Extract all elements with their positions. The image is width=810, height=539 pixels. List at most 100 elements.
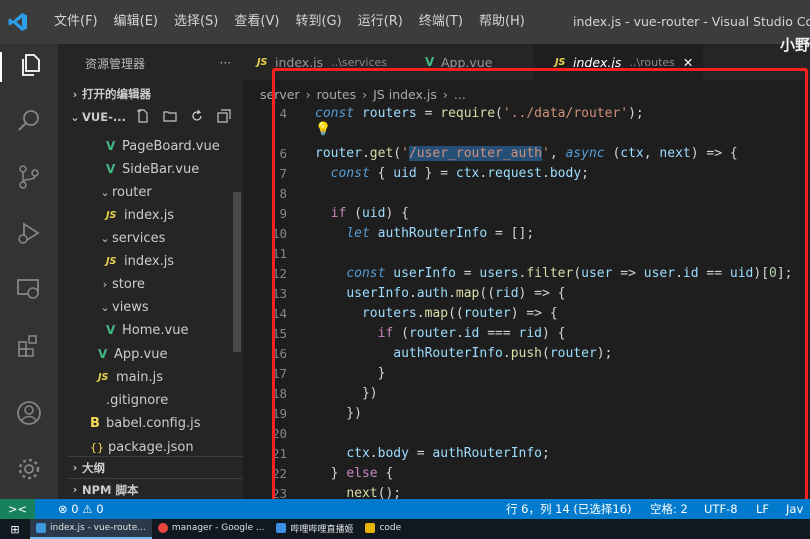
- line-number: 11: [271, 246, 287, 261]
- tab-services-index[interactable]: JS index.js ..\services: [243, 44, 403, 80]
- breadcrumb-item[interactable]: server: [260, 87, 300, 102]
- menu-selection[interactable]: 选择(S): [166, 0, 226, 44]
- js-file-icon: JS: [106, 255, 117, 267]
- tree-item-main-js[interactable]: JS main.js: [98, 366, 163, 388]
- language-indicator[interactable]: Jav: [786, 499, 803, 519]
- windows-start-icon[interactable]: ⊞: [0, 523, 30, 536]
- tab-label: index.js: [275, 54, 324, 70]
- line-code: const routers = require('../data/router'…: [315, 106, 644, 121]
- tree-item-router-index[interactable]: JS index.js: [106, 204, 174, 226]
- manage-activity-button[interactable]: [14, 456, 44, 486]
- tab-app-vue[interactable]: V App.vue: [403, 44, 533, 80]
- npm-scripts-section[interactable]: › NPM 脚本: [68, 478, 243, 500]
- menu-bar: 文件(F) 编辑(E) 选择(S) 查看(V) 转到(G) 运行(R) 终端(T…: [46, 0, 533, 44]
- refresh-icon[interactable]: [190, 109, 204, 126]
- new-file-icon[interactable]: [136, 108, 150, 126]
- taskbar-item-bilibili[interactable]: 哔哩哔哩直播姬: [270, 519, 359, 539]
- js-file-icon: JS: [106, 209, 117, 221]
- breadcrumb: server › routes › JS index.js › ...: [260, 82, 466, 106]
- code-line[interactable]: 6 router.get('/user_router_auth', async (…: [243, 144, 810, 164]
- code-line[interactable]: 12 const userInfo = users.filter(user =>…: [243, 264, 810, 284]
- code-line[interactable]: 10 let authRouterInfo = [];: [243, 224, 810, 244]
- taskbar-item-vscode[interactable]: index.js - vue-route...: [30, 519, 152, 539]
- chevron-right-icon: ›: [102, 277, 108, 291]
- accounts-activity-button[interactable]: [14, 400, 44, 430]
- tree-folder-router[interactable]: ⌄ router: [98, 181, 151, 203]
- code-line[interactable]: 13 userInfo.auth.map((rid) => {: [243, 284, 810, 304]
- explorer-sidebar: 资源管理器 ··· › 打开的编辑器 ⌄ VUE-... V PageBoard.…: [58, 44, 243, 499]
- cursor-position[interactable]: 行 6，列 14 (已选择16): [506, 499, 632, 519]
- chevron-right-icon: ›: [362, 86, 368, 102]
- line-number: 20: [271, 426, 287, 441]
- menu-terminal[interactable]: 终端(T): [411, 0, 471, 44]
- code-line[interactable]: 8: [243, 184, 810, 204]
- tree-item-app-vue[interactable]: V App.vue: [98, 343, 167, 365]
- tab-routes-index[interactable]: JS index.js ..\routes ✕: [533, 44, 703, 80]
- code-editor[interactable]: 💡 4 const routers = require('../data/rout…: [243, 104, 810, 501]
- code-line[interactable]: 9 if (uid) {: [243, 204, 810, 224]
- run-debug-activity-button[interactable]: [14, 220, 44, 250]
- code-line[interactable]: 4 const routers = require('../data/router…: [243, 104, 810, 124]
- tree-folder-services[interactable]: ⌄ services: [98, 227, 165, 249]
- project-section[interactable]: ⌄ VUE-...: [68, 106, 243, 128]
- tree-item-package-json[interactable]: {} package.json: [90, 436, 194, 458]
- more-actions-button[interactable]: ···: [220, 56, 231, 70]
- code-line[interactable]: 22 } else {: [243, 464, 810, 484]
- code-line[interactable]: [243, 124, 810, 144]
- close-icon[interactable]: ✕: [683, 55, 693, 70]
- code-line[interactable]: 11: [243, 244, 810, 264]
- tree-item-home-vue[interactable]: V Home.vue: [106, 319, 188, 341]
- taskbar-item-chrome[interactable]: manager - Google ...: [152, 519, 271, 539]
- js-file-icon: JS: [555, 56, 566, 68]
- search-activity-button[interactable]: [14, 108, 44, 138]
- tree-item-babel-config[interactable]: Bbabel.config.js: [90, 412, 201, 434]
- code-line[interactable]: 20: [243, 424, 810, 444]
- taskbar-item-code-folder[interactable]: code: [359, 519, 407, 539]
- menu-file[interactable]: 文件(F): [46, 0, 106, 44]
- menu-run[interactable]: 运行(R): [350, 0, 411, 44]
- encoding-indicator[interactable]: UTF-8: [704, 499, 738, 519]
- menu-go[interactable]: 转到(G): [287, 0, 349, 44]
- tree-item-gitignore[interactable]: .gitignore: [98, 389, 168, 411]
- eol-indicator[interactable]: LF: [756, 499, 769, 519]
- code-line[interactable]: 18 }): [243, 384, 810, 404]
- open-editors-section[interactable]: › 打开的编辑器: [68, 83, 151, 105]
- source-control-activity-button[interactable]: [14, 164, 44, 194]
- tree-item-services-index[interactable]: JS index.js: [106, 250, 174, 272]
- breadcrumb-item[interactable]: JS index.js: [373, 87, 437, 102]
- code-line[interactable]: 16 authRouterInfo.push(router);: [243, 344, 810, 364]
- menu-help[interactable]: 帮助(H): [471, 0, 533, 44]
- tree-item-sidebar-vue[interactable]: V SideBar.vue: [106, 158, 199, 180]
- new-folder-icon[interactable]: [163, 109, 177, 126]
- tree-folder-store[interactable]: › store: [98, 273, 145, 295]
- js-file-icon: JS: [98, 371, 109, 383]
- tree-folder-views[interactable]: ⌄ views: [98, 296, 148, 318]
- outline-section[interactable]: › 大纲: [68, 456, 243, 478]
- code-line[interactable]: 14 routers.map((router) => {: [243, 304, 810, 324]
- code-line[interactable]: 21 ctx.body = authRouterInfo;: [243, 444, 810, 464]
- line-number: 15: [271, 326, 287, 341]
- explorer-activity-button[interactable]: [0, 52, 58, 82]
- indentation-indicator[interactable]: 空格: 2: [650, 499, 688, 519]
- collapse-all-icon[interactable]: [217, 108, 231, 126]
- line-code: if (router.id === rid) {: [377, 326, 566, 341]
- remote-explorer-activity-button[interactable]: [14, 276, 44, 306]
- tree-item-pageboard[interactable]: V PageBoard.vue: [106, 135, 220, 157]
- remote-indicator[interactable]: ><: [0, 499, 35, 519]
- bilibili-app-icon: [276, 523, 287, 533]
- line-code: let authRouterInfo = [];: [346, 226, 535, 241]
- menu-view[interactable]: 查看(V): [226, 0, 287, 44]
- code-line[interactable]: 15 if (router.id === rid) {: [243, 324, 810, 344]
- breadcrumb-item[interactable]: routes: [317, 87, 357, 102]
- sidebar-scrollbar[interactable]: [233, 192, 241, 352]
- code-line[interactable]: 19 }): [243, 404, 810, 424]
- code-line[interactable]: 17 }: [243, 364, 810, 384]
- problems-indicator[interactable]: ⊗ 0 ⚠ 0: [58, 499, 104, 519]
- code-line[interactable]: 7 const { uid } = ctx.request.body;: [243, 164, 810, 184]
- project-label: VUE-...: [82, 110, 126, 124]
- line-number: 18: [271, 386, 287, 401]
- extensions-activity-button[interactable]: [14, 332, 44, 362]
- menu-edit[interactable]: 编辑(E): [106, 0, 166, 44]
- breadcrumb-item[interactable]: ...: [454, 87, 466, 102]
- tab-path: ..\services: [331, 55, 388, 69]
